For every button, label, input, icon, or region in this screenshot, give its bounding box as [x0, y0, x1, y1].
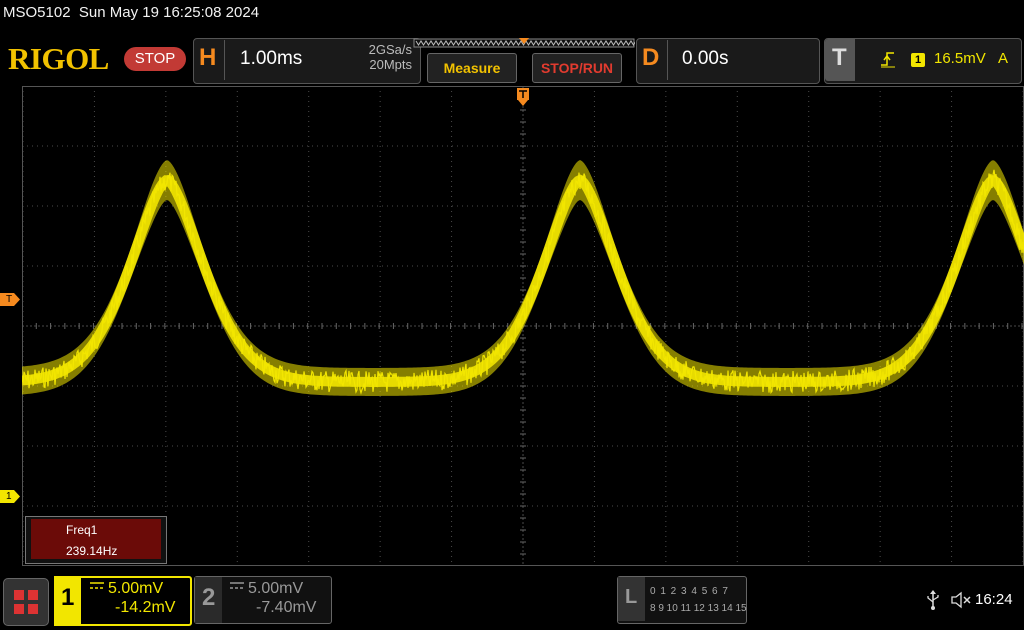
usb-icon [927, 590, 939, 610]
model-name: MSO5102 [3, 4, 71, 21]
channel-2-scale: 5.00mV [248, 580, 304, 597]
channel-1-number: 1 [61, 584, 75, 611]
logic-channels-low: 0 1 2 3 4 5 6 7 [650, 586, 729, 597]
memory-depth: 20Mpts [369, 57, 412, 72]
delay-letter: D [642, 44, 660, 71]
horizontal-letter: H [199, 44, 217, 71]
memory-position-bar [413, 38, 635, 48]
datetime: Sun May 19 16:25:08 2024 [78, 4, 260, 21]
trigger-coupling: A [998, 50, 1009, 67]
ch1-offset-marker[interactable]: 1 [0, 490, 20, 503]
waveform-screen[interactable] [22, 86, 1024, 566]
measurement-name: Freq1 [66, 523, 98, 537]
delay-value: 0.00s [682, 48, 729, 69]
measure-button[interactable]: Measure [427, 53, 517, 83]
channel-1-scale: 5.00mV [108, 580, 164, 597]
trigger-letter: T [832, 44, 847, 71]
rising-edge-icon [881, 52, 895, 68]
trigger-level: 16.5mV [934, 50, 986, 67]
stop-run-button[interactable]: STOP/RUN [532, 53, 622, 83]
dc-coupling-icon [90, 582, 104, 589]
logic-letter: L [625, 586, 638, 608]
sample-rate: 2GSa/s [368, 42, 412, 57]
logic-channels-high: 8 9 10 11 12 13 14 15 [650, 603, 747, 614]
rigol-logo: RIGOL [8, 41, 109, 76]
trigger-level-marker[interactable]: T [0, 293, 20, 306]
run-state-badge[interactable]: STOP [124, 47, 186, 71]
clock: 16:24 [975, 591, 1013, 608]
main-menu-button[interactable] [3, 578, 49, 626]
divider [667, 40, 668, 80]
measurement-value: 239.14Hz [66, 544, 118, 558]
title-line: MSO5102 Sun May 19 16:25:08 2024 [3, 4, 259, 21]
trigger-source: 1 [911, 53, 925, 67]
divider [224, 40, 225, 80]
menu-grid-icon [14, 590, 38, 614]
channel-2-offset: -7.40mV [256, 599, 317, 616]
timebase-value: 1.00ms [240, 48, 303, 69]
channel-1-offset: -14.2mV [115, 599, 176, 616]
channel-2-number: 2 [202, 584, 216, 611]
dc-coupling-icon [230, 582, 244, 589]
speaker-muted-icon[interactable] [950, 590, 972, 610]
